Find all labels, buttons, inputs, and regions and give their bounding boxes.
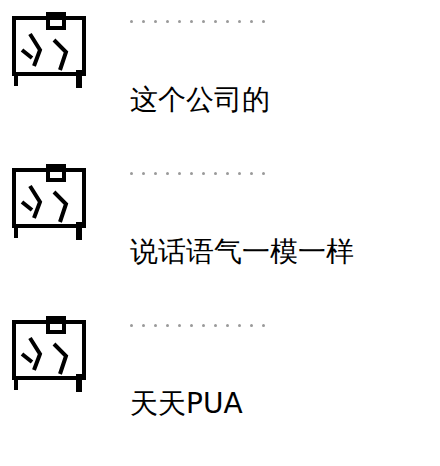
blur-dot (130, 324, 133, 327)
avatar-icon[interactable] (10, 10, 90, 90)
blur-dot (166, 20, 169, 23)
message-body: 说话语气一模一样 (130, 162, 354, 270)
blur-dot (178, 20, 181, 23)
blur-dot (214, 20, 217, 23)
blur-dot (190, 324, 193, 327)
message-body: 这个公司的 (130, 10, 270, 118)
blur-dot (154, 172, 157, 175)
avatar-icon[interactable] (10, 162, 90, 242)
blur-dot (238, 324, 241, 327)
blur-dot (250, 20, 253, 23)
blur-dot (190, 172, 193, 175)
message-text: 天天PUA (130, 386, 265, 422)
blur-dot (166, 324, 169, 327)
blur-dot (250, 324, 253, 327)
message-row: 说话语气一模一样 (0, 158, 440, 310)
blur-dot (202, 20, 205, 23)
blur-dot (214, 172, 217, 175)
blur-dot (226, 20, 229, 23)
chat-list: 这个公司的说话语气一模一样天天PUA (0, 0, 440, 466)
blurred-name (130, 16, 270, 26)
blur-dot (166, 172, 169, 175)
blur-dot (142, 324, 145, 327)
message-row: 天天PUA (0, 310, 440, 462)
blur-dot (202, 172, 205, 175)
blur-dot (178, 172, 181, 175)
blur-dot (202, 324, 205, 327)
blur-dot (130, 20, 133, 23)
blurred-name (130, 320, 265, 330)
blur-dot (154, 324, 157, 327)
blur-dot (130, 172, 133, 175)
blur-dot (142, 172, 145, 175)
message-text: 说话语气一模一样 (130, 234, 354, 270)
blur-dot (154, 20, 157, 23)
blur-dot (238, 172, 241, 175)
message-body: 天天PUA (130, 314, 265, 422)
avatar-icon[interactable] (10, 314, 90, 394)
message-row: 这个公司的 (0, 6, 440, 158)
blur-dot (142, 20, 145, 23)
message-text: 这个公司的 (130, 82, 270, 118)
blur-dot (250, 172, 253, 175)
blur-dot (262, 172, 265, 175)
blurred-name (130, 168, 354, 178)
blur-dot (262, 324, 265, 327)
blur-dot (178, 324, 181, 327)
blur-dot (226, 172, 229, 175)
blur-dot (238, 20, 241, 23)
blur-dot (214, 324, 217, 327)
blur-dot (262, 20, 265, 23)
blur-dot (190, 20, 193, 23)
blur-dot (226, 324, 229, 327)
